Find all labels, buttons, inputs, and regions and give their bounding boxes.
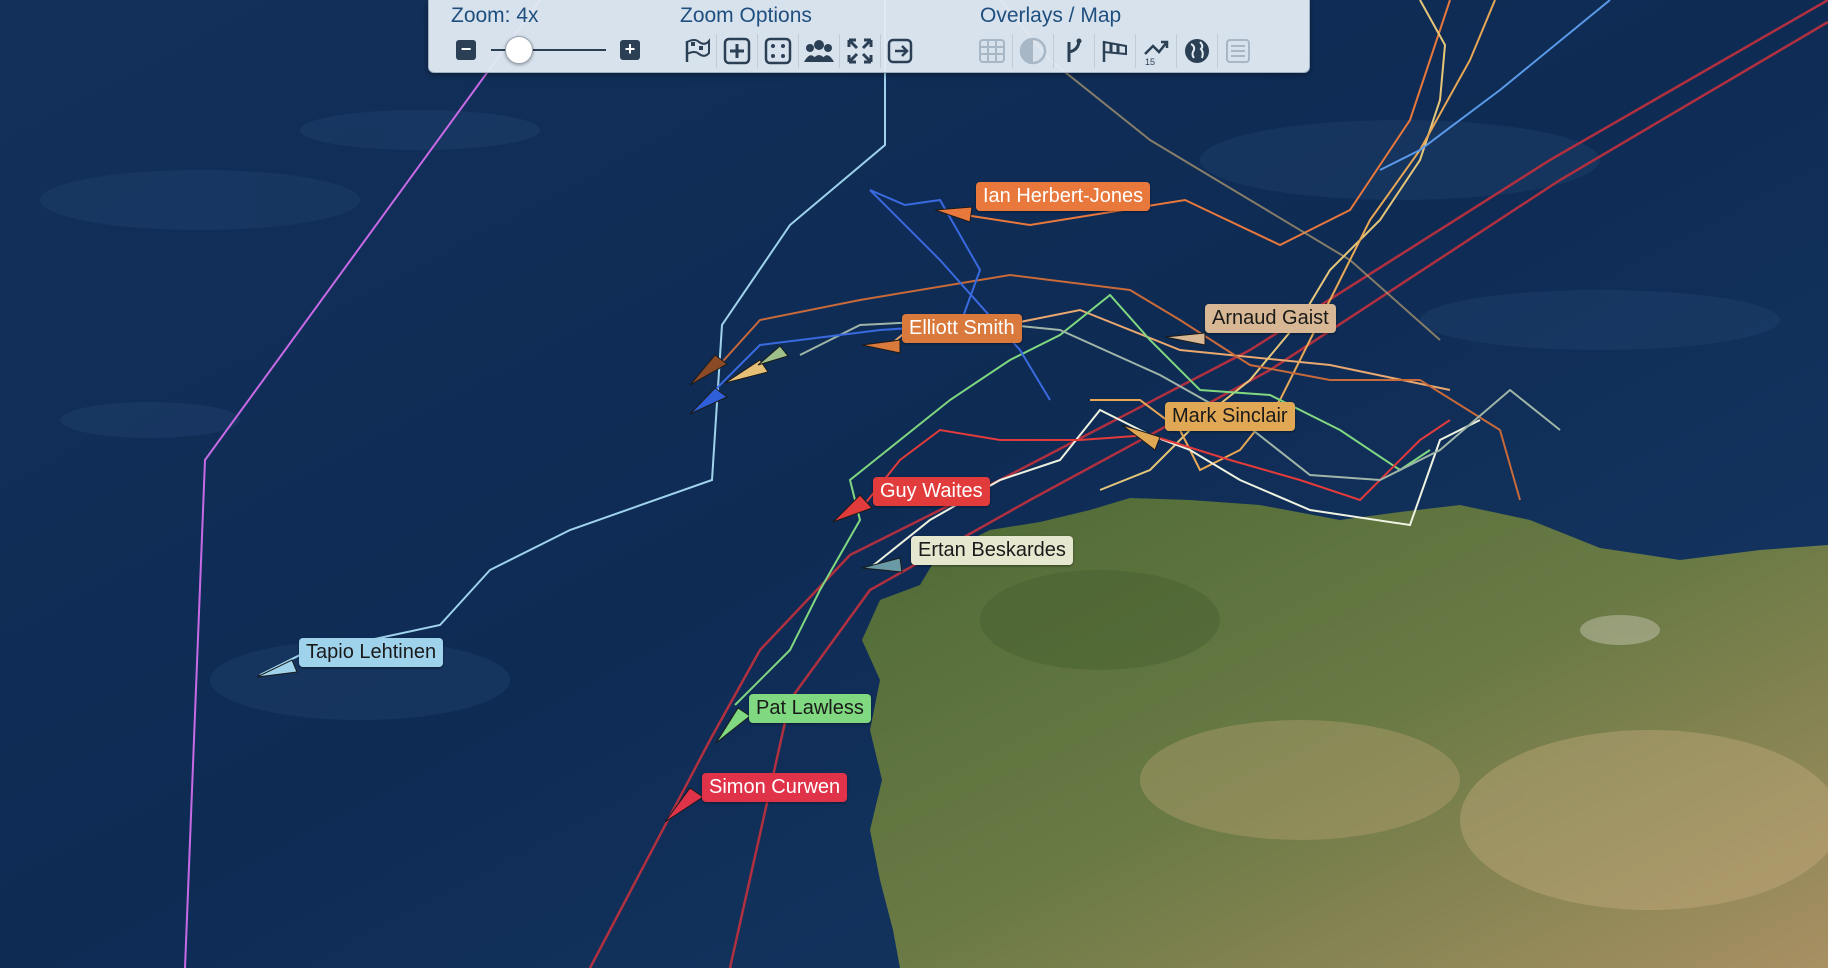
route-button[interactable] — [1054, 34, 1095, 68]
grid-button[interactable] — [972, 34, 1013, 68]
boat-label-arnaud[interactable]: Arnaud Gaist — [1205, 304, 1336, 333]
zoom-slider-handle[interactable] — [505, 36, 533, 64]
legend-icon — [1226, 39, 1250, 63]
fit-icon — [847, 38, 873, 64]
fit-button[interactable] — [840, 34, 881, 68]
zoom-in-icon — [723, 37, 751, 65]
zoom-in-option-button[interactable] — [717, 34, 758, 68]
scatter-icon — [764, 37, 792, 65]
zoom-label: Zoom: 4x — [451, 4, 539, 27]
overlays-label: Overlays / Map — [980, 4, 1122, 27]
boat-label-pat[interactable]: Pat Lawless — [749, 694, 871, 723]
boat-label-tapio[interactable]: Tapio Lehtinen — [299, 638, 444, 667]
scatter-button[interactable] — [758, 34, 799, 68]
flag-icon — [685, 38, 710, 62]
globe-button[interactable] — [1177, 34, 1218, 68]
wind-button[interactable] — [1095, 34, 1136, 68]
boat-label-mark[interactable]: Mark Sinclair — [1165, 402, 1295, 431]
boat-label-guy[interactable]: Guy Waites — [873, 477, 990, 506]
grid-icon — [979, 39, 1005, 63]
boat-label-elliott[interactable]: Elliott Smith — [902, 314, 1022, 343]
zoom-options-label: Zoom Options — [680, 4, 812, 27]
exit-icon — [887, 38, 913, 64]
boat-label-ian[interactable]: Ian Herbert-Jones — [976, 182, 1151, 211]
exit-button[interactable] — [881, 34, 921, 68]
globe-icon — [1185, 39, 1209, 63]
wind-icon — [1102, 40, 1127, 62]
contrast-icon — [1019, 37, 1047, 65]
group-button[interactable] — [799, 34, 840, 68]
routing-icon: 15 — [1144, 40, 1169, 66]
contrast-button[interactable] — [1013, 34, 1054, 68]
zoom-in-button[interactable]: + — [620, 40, 640, 60]
group-icon — [804, 40, 834, 62]
legend-button[interactable] — [1218, 34, 1258, 68]
flag-button[interactable] — [676, 34, 717, 68]
boat-label-simon[interactable]: Simon Curwen — [702, 773, 848, 802]
routing-button[interactable]: 15 — [1136, 34, 1177, 68]
boat-label-ertan[interactable]: Ertan Beskardes — [911, 536, 1073, 565]
routing-badge: 15 — [1145, 57, 1155, 66]
zoom-out-button[interactable]: − — [456, 40, 476, 60]
map-toolbar: Zoom: 4x Zoom Options Overlays / Map − +… — [428, 0, 1310, 73]
route-icon — [1067, 38, 1082, 62]
